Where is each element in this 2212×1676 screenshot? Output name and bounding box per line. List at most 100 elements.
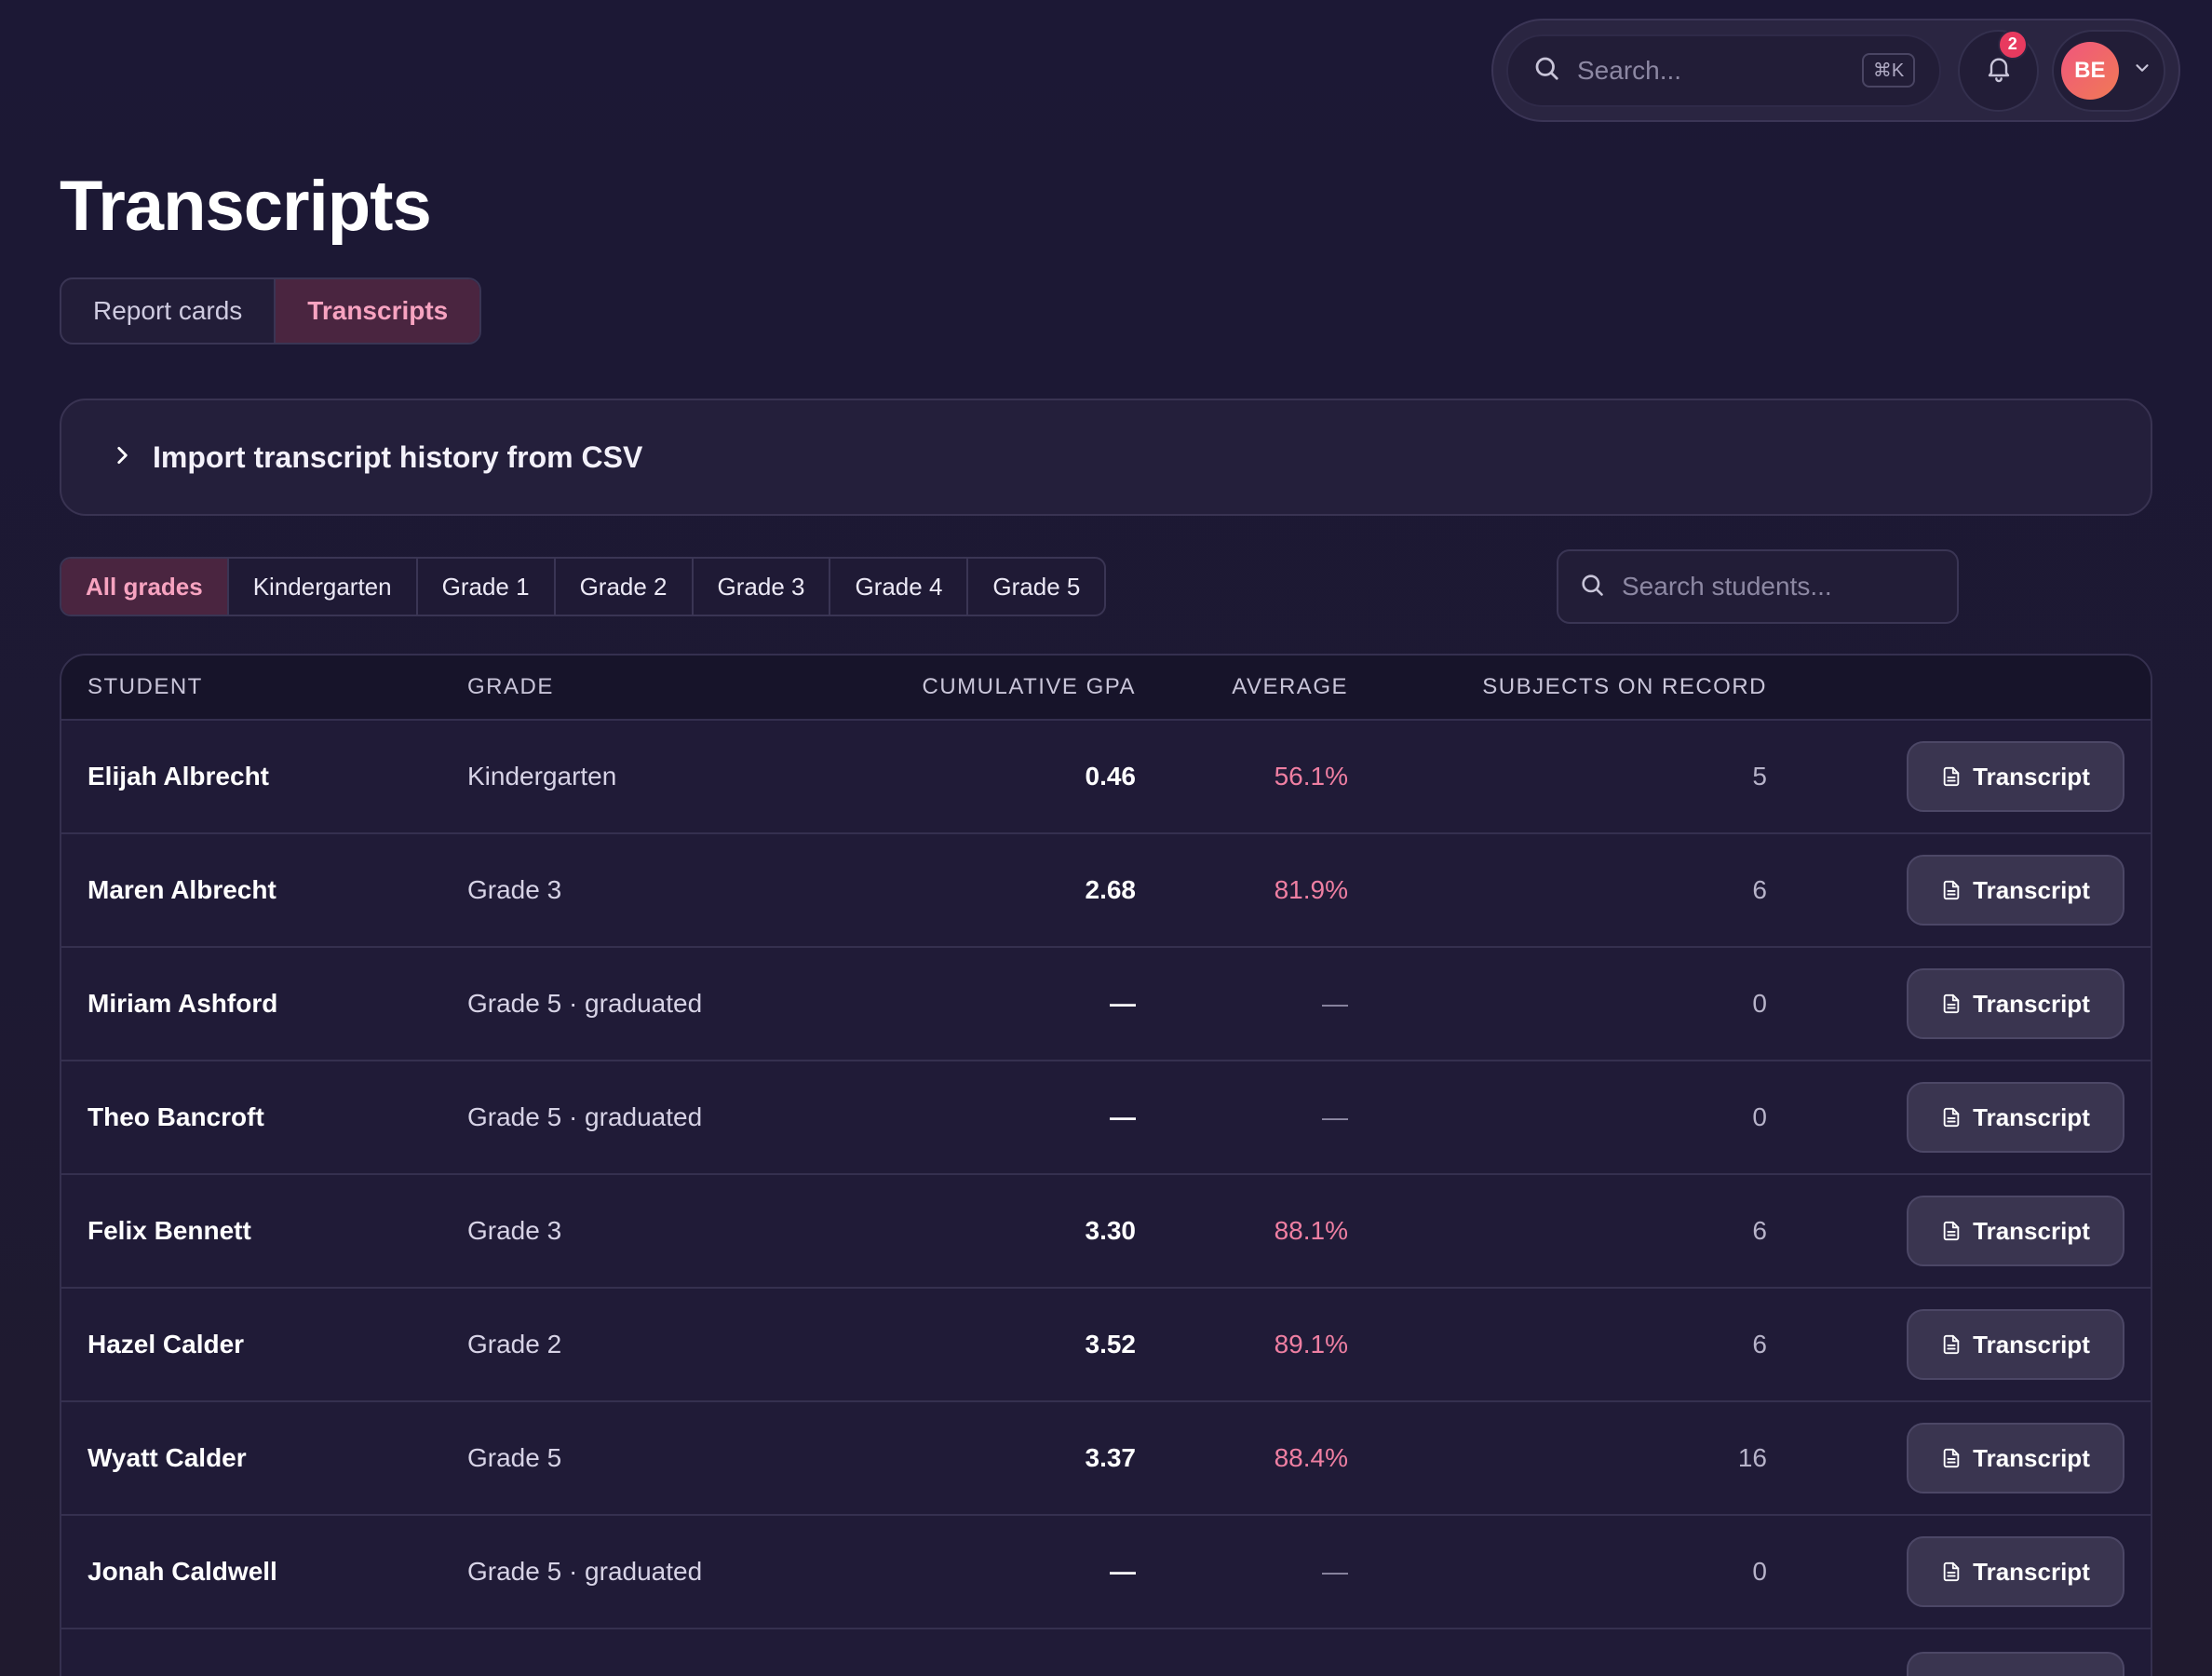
student-name: Miriam Ashford xyxy=(88,989,278,1018)
document-icon xyxy=(1943,880,1960,900)
grade-filter-all[interactable]: All grades xyxy=(61,559,227,615)
student-subjects: 0 xyxy=(1752,1557,1767,1586)
student-grade: Grade 3 xyxy=(467,875,562,904)
grade-filter-grade-5[interactable]: Grade 5 xyxy=(966,559,1104,615)
transcript-button[interactable]: Transcript xyxy=(1907,1536,2124,1607)
student-average: 81.9% xyxy=(1274,875,1348,904)
search-icon xyxy=(1579,572,1605,602)
student-name: Maren Albrecht xyxy=(88,875,276,904)
column-header-grade[interactable]: GRADE xyxy=(467,674,554,700)
transcript-button-label: Transcript xyxy=(1973,875,2090,904)
table-row[interactable]: Jonah Caldwell Grade 5 · graduated — — 0… xyxy=(61,1516,2151,1629)
transcripts-table: STUDENT GRADE CUMULATIVE GPA AVERAGE SUB… xyxy=(60,654,2152,1676)
notification-count-badge: 2 xyxy=(1997,29,2028,60)
view-tabs: Report cards Transcripts xyxy=(60,277,482,345)
student-gpa: — xyxy=(1110,989,1136,1018)
student-search-placeholder: Search students... xyxy=(1622,572,1832,601)
transcript-button[interactable]: Transcript xyxy=(1907,1423,2124,1494)
transcript-button[interactable]: Transcript xyxy=(1907,968,2124,1039)
student-subjects: 0 xyxy=(1752,1102,1767,1131)
student-gpa: — xyxy=(1110,1102,1136,1131)
student-grade: Grade 2 xyxy=(467,1330,562,1358)
student-subjects: 16 xyxy=(1737,1443,1767,1472)
grade-filter-grade-1[interactable]: Grade 1 xyxy=(415,559,554,615)
student-gpa: 3.37 xyxy=(1085,1443,1137,1472)
document-icon xyxy=(1943,1107,1960,1128)
document-icon xyxy=(1943,1448,1960,1468)
student-gpa: — xyxy=(1110,1557,1136,1586)
student-subjects: 6 xyxy=(1752,1216,1767,1245)
student-subjects: 6 xyxy=(1752,1330,1767,1358)
global-search-input[interactable]: Search... ⌘K xyxy=(1506,34,1942,107)
student-grade: Grade 5 · graduated xyxy=(467,1102,703,1131)
transcript-button[interactable]: Transcript xyxy=(1907,1082,2124,1153)
table-row-partial[interactable] xyxy=(61,1629,2151,1676)
student-average: 88.4% xyxy=(1274,1443,1348,1472)
student-gpa: 3.52 xyxy=(1085,1330,1137,1358)
student-grade: Grade 5 · graduated xyxy=(467,989,703,1018)
grade-filter-grade-3[interactable]: Grade 3 xyxy=(691,559,830,615)
transcript-button[interactable] xyxy=(1907,1652,2124,1676)
search-icon xyxy=(1532,54,1560,87)
tab-transcripts[interactable]: Transcripts xyxy=(274,279,480,343)
table-row[interactable]: Theo Bancroft Grade 5 · graduated — — 0 … xyxy=(61,1061,2151,1175)
student-average: 89.1% xyxy=(1274,1330,1348,1358)
chevron-down-icon xyxy=(2132,58,2152,83)
student-subjects: 6 xyxy=(1752,875,1767,904)
column-header-gpa[interactable]: CUMULATIVE GPA xyxy=(923,674,1136,700)
transcript-button[interactable]: Transcript xyxy=(1907,855,2124,926)
student-name: Theo Bancroft xyxy=(88,1102,264,1131)
student-name: Elijah Albrecht xyxy=(88,762,270,791)
grade-filter-kindergarten[interactable]: Kindergarten xyxy=(226,559,416,615)
document-icon xyxy=(1943,766,1960,787)
student-subjects: 5 xyxy=(1752,762,1767,791)
document-icon xyxy=(1943,1561,1960,1582)
search-shortcut-hint: ⌘K xyxy=(1861,53,1916,88)
transcript-button-label: Transcript xyxy=(1973,1443,2090,1472)
import-csv-panel[interactable]: Import transcript history from CSV xyxy=(60,399,2152,516)
user-menu-button[interactable]: BE xyxy=(2051,29,2165,112)
table-row[interactable]: Elijah Albrecht Kindergarten 0.46 56.1% … xyxy=(61,721,2151,834)
transcript-button-label: Transcript xyxy=(1973,1557,2090,1586)
column-header-student[interactable]: STUDENT xyxy=(88,674,203,700)
table-row[interactable]: Wyatt Calder Grade 5 3.37 88.4% 16 Trans… xyxy=(61,1402,2151,1516)
student-average: 88.1% xyxy=(1274,1216,1348,1245)
column-header-average[interactable]: AVERAGE xyxy=(1232,674,1348,700)
student-name: Hazel Calder xyxy=(88,1330,245,1358)
grade-filter-grade-2[interactable]: Grade 2 xyxy=(553,559,692,615)
transcript-button[interactable]: Transcript xyxy=(1907,1309,2124,1380)
column-header-subjects[interactable]: SUBJECTS ON RECORD xyxy=(1482,674,1767,700)
student-name: Jonah Caldwell xyxy=(88,1557,277,1586)
avatar: BE xyxy=(2060,41,2119,100)
student-average: — xyxy=(1322,989,1348,1018)
transcript-button-label: Transcript xyxy=(1973,1330,2090,1358)
student-subjects: 0 xyxy=(1752,989,1767,1018)
student-gpa: 0.46 xyxy=(1085,762,1137,791)
document-icon xyxy=(1943,1221,1960,1241)
student-search-input[interactable]: Search students... xyxy=(1557,549,1959,624)
grade-filter: All grades Kindergarten Grade 1 Grade 2 … xyxy=(60,557,1107,616)
student-name: Wyatt Calder xyxy=(88,1443,247,1472)
table-row[interactable]: Hazel Calder Grade 2 3.52 89.1% 6 Transc… xyxy=(61,1289,2151,1402)
import-csv-label: Import transcript history from CSV xyxy=(153,439,643,474)
transcript-button[interactable]: Transcript xyxy=(1907,1196,2124,1266)
table-row[interactable]: Maren Albrecht Grade 3 2.68 81.9% 6 Tran… xyxy=(61,834,2151,948)
student-gpa: 3.30 xyxy=(1085,1216,1137,1245)
notifications-button[interactable]: 2 xyxy=(1958,29,2039,112)
student-grade: Grade 5 · graduated xyxy=(467,1557,703,1586)
student-gpa: 2.68 xyxy=(1085,875,1137,904)
student-grade: Grade 5 xyxy=(467,1443,562,1472)
table-row[interactable]: Felix Bennett Grade 3 3.30 88.1% 6 Trans… xyxy=(61,1175,2151,1289)
tab-report-cards[interactable]: Report cards xyxy=(61,279,274,343)
student-grade: Grade 3 xyxy=(467,1216,562,1245)
transcript-button-label: Transcript xyxy=(1973,989,2090,1018)
chevron-right-icon xyxy=(110,443,134,472)
grade-filter-grade-4[interactable]: Grade 4 xyxy=(829,559,966,615)
transcript-button[interactable]: Transcript xyxy=(1907,741,2124,812)
transcript-button-label: Transcript xyxy=(1973,762,2090,791)
page-title: Transcripts xyxy=(60,167,432,246)
student-average: — xyxy=(1322,1557,1348,1586)
top-bar: Search... ⌘K 2 BE xyxy=(1491,19,2180,122)
document-icon xyxy=(1943,1334,1960,1355)
table-row[interactable]: Miriam Ashford Grade 5 · graduated — — 0… xyxy=(61,948,2151,1061)
